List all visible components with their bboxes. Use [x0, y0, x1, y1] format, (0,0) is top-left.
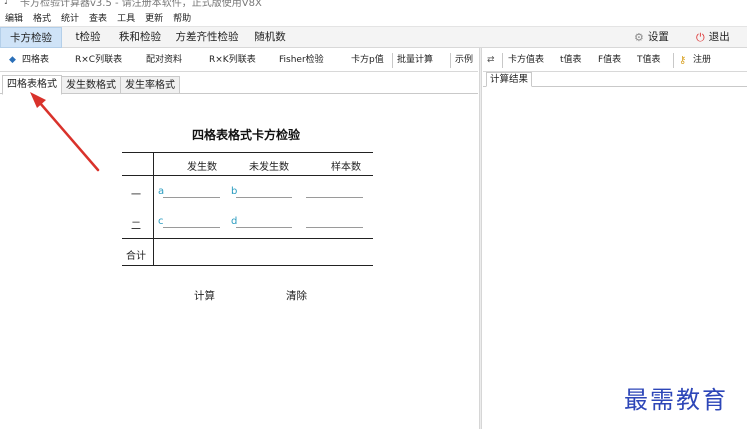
subtab-rxk[interactable]: R×K列联表	[209, 50, 256, 71]
pane-splitter[interactable]	[479, 48, 482, 429]
separator	[392, 53, 393, 68]
table-bottom-border	[122, 265, 373, 266]
f-table-button[interactable]: F值表	[598, 50, 621, 71]
row2-sample-input[interactable]	[306, 216, 363, 228]
t-table-button[interactable]: t值表	[560, 50, 582, 71]
calculate-button[interactable]: 计算	[194, 288, 215, 303]
chi-table-button[interactable]: 卡方值表	[508, 50, 544, 71]
tab-occurrence-format[interactable]: 发生数格式	[61, 76, 121, 94]
separator	[673, 53, 674, 68]
menu-help[interactable]: 帮助	[168, 9, 196, 24]
window-title: 卡方检验计算器v3.5 - 请注册本软件，正式版使用V8X	[20, 0, 262, 8]
diamond-icon: ◆	[9, 55, 16, 65]
gear-icon: ⚙	[634, 31, 644, 44]
row-label-1: 一	[131, 190, 141, 201]
cell-c-input[interactable]	[163, 216, 220, 228]
tab-calc-result[interactable]: 计算结果	[486, 72, 533, 87]
tab-rank-sum[interactable]: 秩和检验	[114, 27, 166, 48]
right-toolbar: ⇄ 卡方值表 t值表 F值表 T值表 ⚷ 注册	[483, 50, 747, 72]
menu-bar: 编辑 格式 统计 查表 工具 更新 帮助	[0, 9, 747, 24]
table-total-border	[122, 238, 373, 239]
register-button[interactable]: 注册	[693, 50, 711, 71]
key-icon: ⚷	[679, 55, 687, 66]
clear-button[interactable]: 清除	[286, 288, 307, 303]
separator	[502, 53, 503, 68]
power-icon: ⏻	[696, 31, 705, 44]
subtab-example[interactable]: 示例	[455, 50, 473, 71]
app-icon: ♪	[4, 0, 10, 7]
swap-icon[interactable]: ⇄	[487, 50, 495, 71]
settings-label: 设置	[647, 31, 669, 43]
table-header-border	[122, 175, 373, 176]
T-table-button[interactable]: T值表	[637, 50, 661, 71]
col-header-sample-size: 样本数	[331, 162, 361, 173]
watermark-text: 最需教育	[624, 386, 728, 414]
menu-tools[interactable]: 工具	[112, 9, 140, 24]
tab-random-number[interactable]: 随机数	[248, 27, 292, 48]
tab-rate-format[interactable]: 发生率格式	[120, 76, 180, 94]
table-row-divider	[153, 152, 154, 265]
subtab-fisher[interactable]: Fisher检验	[279, 50, 324, 71]
row1-sample-input[interactable]	[306, 186, 363, 198]
menu-lookup[interactable]: 查表	[84, 9, 112, 24]
menu-stats[interactable]: 统计	[56, 9, 84, 24]
subtab-fourfold[interactable]: 四格表	[22, 50, 49, 71]
tab-t-test[interactable]: t检验	[68, 27, 108, 48]
row-label-2: 二	[131, 221, 141, 232]
subtab-paired[interactable]: 配对资料	[146, 50, 182, 71]
col-header-not-occurred: 未发生数	[249, 162, 289, 173]
col-header-occurred: 发生数	[187, 162, 217, 173]
result-tab-bar: 计算结果	[483, 72, 747, 87]
subtab-rxc[interactable]: R×C列联表	[75, 50, 122, 71]
subtab-batch[interactable]: 批量计算	[397, 50, 433, 71]
tab-chi-square[interactable]: 卡方检验	[0, 27, 62, 48]
sub-tab-bar: ◆ 四格表 R×C列联表 配对资料 R×K列联表 Fisher检验 卡方p值 批…	[0, 50, 478, 72]
cell-d-input[interactable]	[236, 216, 292, 228]
main-tab-bar: 卡方检验 t检验 秩和检验 方差齐性检验 随机数 ⚙ 设置 ⏻ 退出	[0, 26, 747, 48]
cell-b-input[interactable]	[236, 186, 292, 198]
form-title: 四格表格式卡方检验	[192, 128, 301, 142]
cell-a-input[interactable]	[163, 186, 220, 198]
separator	[450, 53, 451, 68]
tab-fourfold-format[interactable]: 四格表格式	[2, 75, 62, 95]
menu-format[interactable]: 格式	[28, 9, 56, 24]
menu-edit[interactable]: 编辑	[0, 9, 28, 24]
subtab-chi-p-value[interactable]: 卡方p值	[351, 50, 384, 71]
row-label-total: 合计	[126, 251, 146, 262]
title-bar: ♪ 卡方检验计算器v3.5 - 请注册本软件，正式版使用V8X	[0, 0, 747, 8]
table-top-border	[122, 152, 373, 153]
exit-button[interactable]: ⏻ 退出	[696, 27, 730, 48]
menu-update[interactable]: 更新	[140, 9, 168, 24]
exit-label: 退出	[708, 31, 730, 43]
settings-button[interactable]: ⚙ 设置	[634, 27, 669, 48]
format-tab-bar: 四格表格式 发生数格式 发生率格式	[0, 75, 478, 95]
tab-variance-homogeneity[interactable]: 方差齐性检验	[172, 27, 242, 48]
